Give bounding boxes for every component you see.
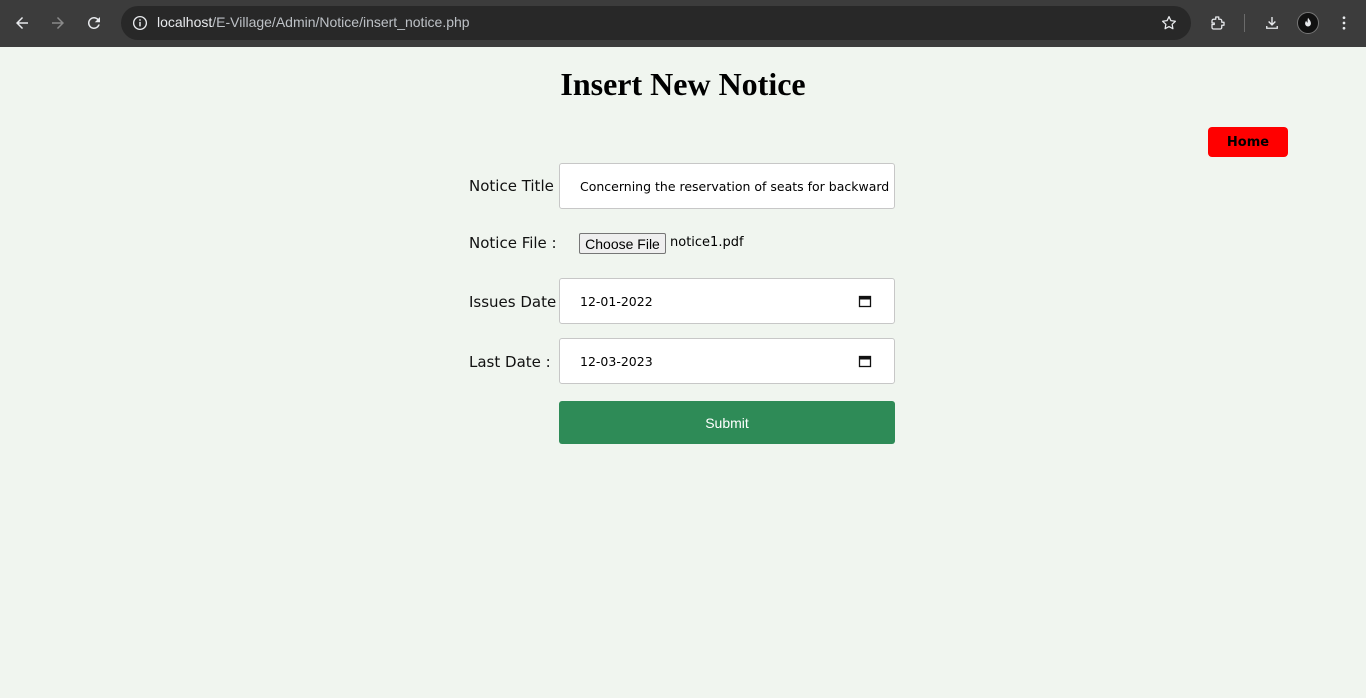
issues-date-value: 12-01-2022: [580, 293, 653, 309]
page-title: Insert New Notice: [560, 66, 806, 102]
selected-file-name: notice1.pdf: [670, 235, 744, 250]
url-text: localhost/E-Village/Admin/Notice/insert_…: [157, 14, 470, 30]
last-date-input[interactable]: 12-03-2023: [559, 338, 895, 384]
profile-avatar-icon[interactable]: [1296, 11, 1320, 35]
site-info-icon[interactable]: [128, 11, 152, 35]
url-path: /E-Village/Admin/Notice/insert_notice.ph…: [212, 14, 470, 30]
notice-title-label: Notice Title :: [469, 177, 564, 195]
forward-icon[interactable]: [46, 11, 70, 35]
reload-icon[interactable]: [82, 11, 106, 35]
calendar-icon[interactable]: [858, 294, 872, 308]
last-date-label: Last Date :: [469, 353, 551, 371]
choose-file-button[interactable]: Choose File: [579, 233, 666, 254]
calendar-icon[interactable]: [858, 354, 872, 368]
menu-kebab-icon[interactable]: [1332, 11, 1356, 35]
last-date-value: 12-03-2023: [580, 353, 653, 369]
toolbar-divider: [1244, 14, 1245, 32]
download-icon[interactable]: [1260, 11, 1284, 35]
issues-date-input[interactable]: 12-01-2022: [559, 278, 895, 324]
notice-title-value: Concerning the reservation of seats for …: [580, 178, 890, 194]
bookmark-star-icon[interactable]: [1159, 13, 1179, 33]
extensions-icon[interactable]: [1206, 11, 1230, 35]
issues-date-label: Issues Date :: [469, 293, 567, 311]
address-bar[interactable]: localhost/E-Village/Admin/Notice/insert_…: [121, 6, 1191, 40]
browser-toolbar: localhost/E-Village/Admin/Notice/insert_…: [0, 0, 1366, 47]
notice-file-label: Notice File :: [469, 234, 557, 252]
notice-title-input[interactable]: Concerning the reservation of seats for …: [559, 163, 895, 209]
url-host: localhost: [157, 14, 213, 30]
back-icon[interactable]: [10, 11, 34, 35]
home-button[interactable]: Home: [1208, 127, 1288, 157]
submit-button[interactable]: Submit: [559, 401, 895, 444]
